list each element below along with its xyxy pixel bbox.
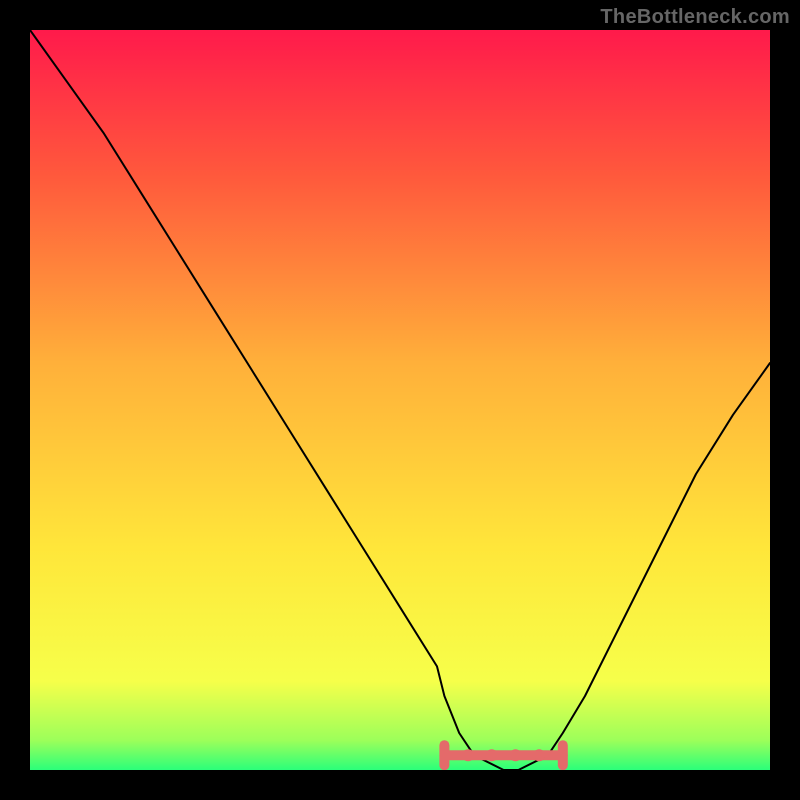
chart-frame: TheBottleneck.com — [0, 0, 800, 800]
watermark-text: TheBottleneck.com — [600, 6, 790, 29]
plot-area — [30, 30, 770, 770]
chart-svg — [30, 30, 770, 770]
